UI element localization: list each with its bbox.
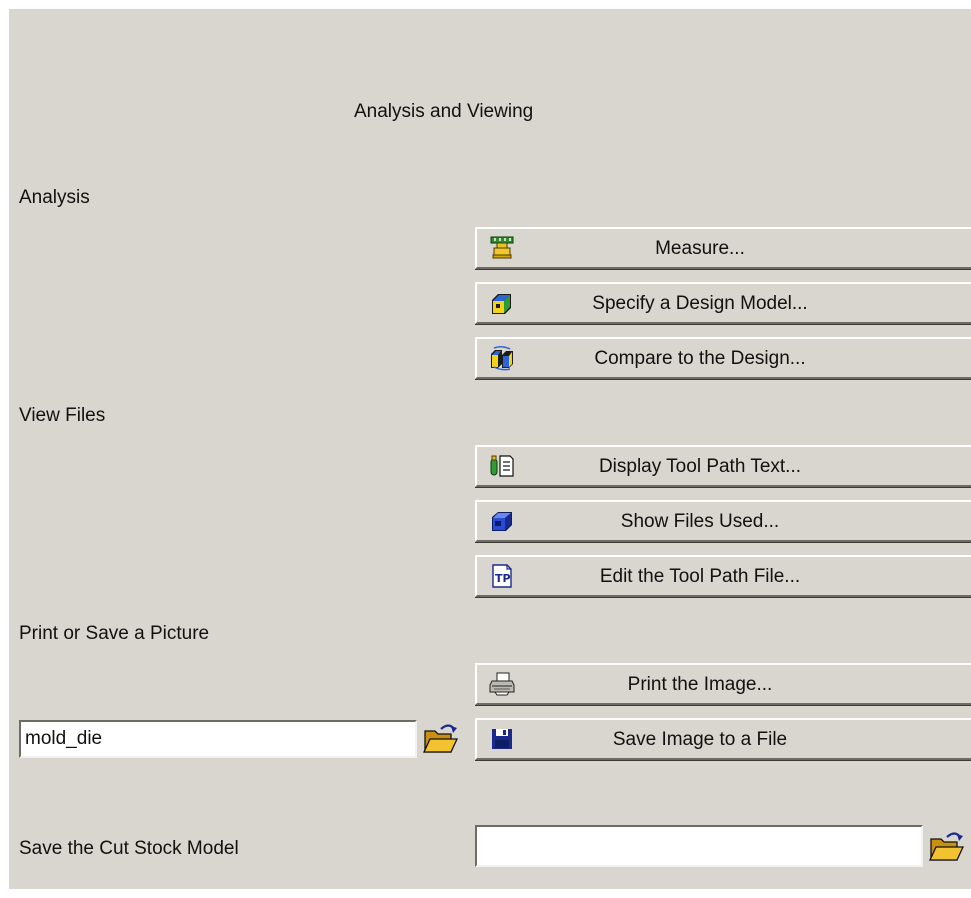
compare-icon: [489, 345, 515, 371]
toolpath-text-icon: [489, 453, 515, 479]
measure-button[interactable]: Measure...: [475, 227, 971, 269]
cut-stock-open-folder-icon[interactable]: [927, 827, 965, 865]
svg-text:TP: TP: [495, 572, 511, 585]
open-folder-icon[interactable]: [421, 719, 459, 757]
analysis-viewing-panel: Analysis and Viewing Analysis Measure...: [9, 9, 971, 889]
picture-filename-input[interactable]: [19, 720, 417, 758]
display-tool-path-text-label: Display Tool Path Text...: [598, 456, 802, 477]
print-image-label: Print the Image...: [627, 674, 773, 695]
edit-tool-path-file-button[interactable]: TP Edit the Tool Path File...: [475, 555, 971, 597]
save-image-to-file-button[interactable]: Save Image to a File: [475, 718, 971, 760]
print-image-button[interactable]: Print the Image...: [475, 663, 971, 705]
show-files-used-label: Show Files Used...: [620, 511, 780, 532]
compare-to-design-label: Compare to the Design...: [594, 348, 806, 369]
edit-tool-path-file-label: Edit the Tool Path File...: [599, 566, 801, 587]
show-files-used-button[interactable]: Show Files Used...: [475, 500, 971, 542]
compare-to-design-button[interactable]: Compare to the Design...: [475, 337, 971, 379]
panel-title: Analysis and Viewing: [354, 101, 534, 122]
printer-icon: [489, 671, 515, 697]
section-view-files-label: View Files: [19, 405, 106, 426]
measure-button-label: Measure...: [655, 238, 745, 259]
section-cut-stock-label: Save the Cut Stock Model: [19, 838, 239, 859]
display-tool-path-text-button[interactable]: Display Tool Path Text...: [475, 445, 971, 487]
tp-file-icon: TP: [489, 563, 515, 589]
floppy-disk-icon: [489, 726, 515, 752]
specify-design-model-button[interactable]: Specify a Design Model...: [475, 282, 971, 324]
design-model-icon: [489, 290, 515, 316]
files-used-icon: [489, 508, 515, 534]
cut-stock-filename-input[interactable]: [475, 825, 923, 867]
section-analysis-label: Analysis: [19, 187, 90, 208]
measure-icon: [489, 235, 515, 261]
save-image-to-file-label: Save Image to a File: [612, 729, 788, 750]
specify-design-model-label: Specify a Design Model...: [592, 293, 808, 314]
section-print-save-label: Print or Save a Picture: [19, 623, 210, 644]
